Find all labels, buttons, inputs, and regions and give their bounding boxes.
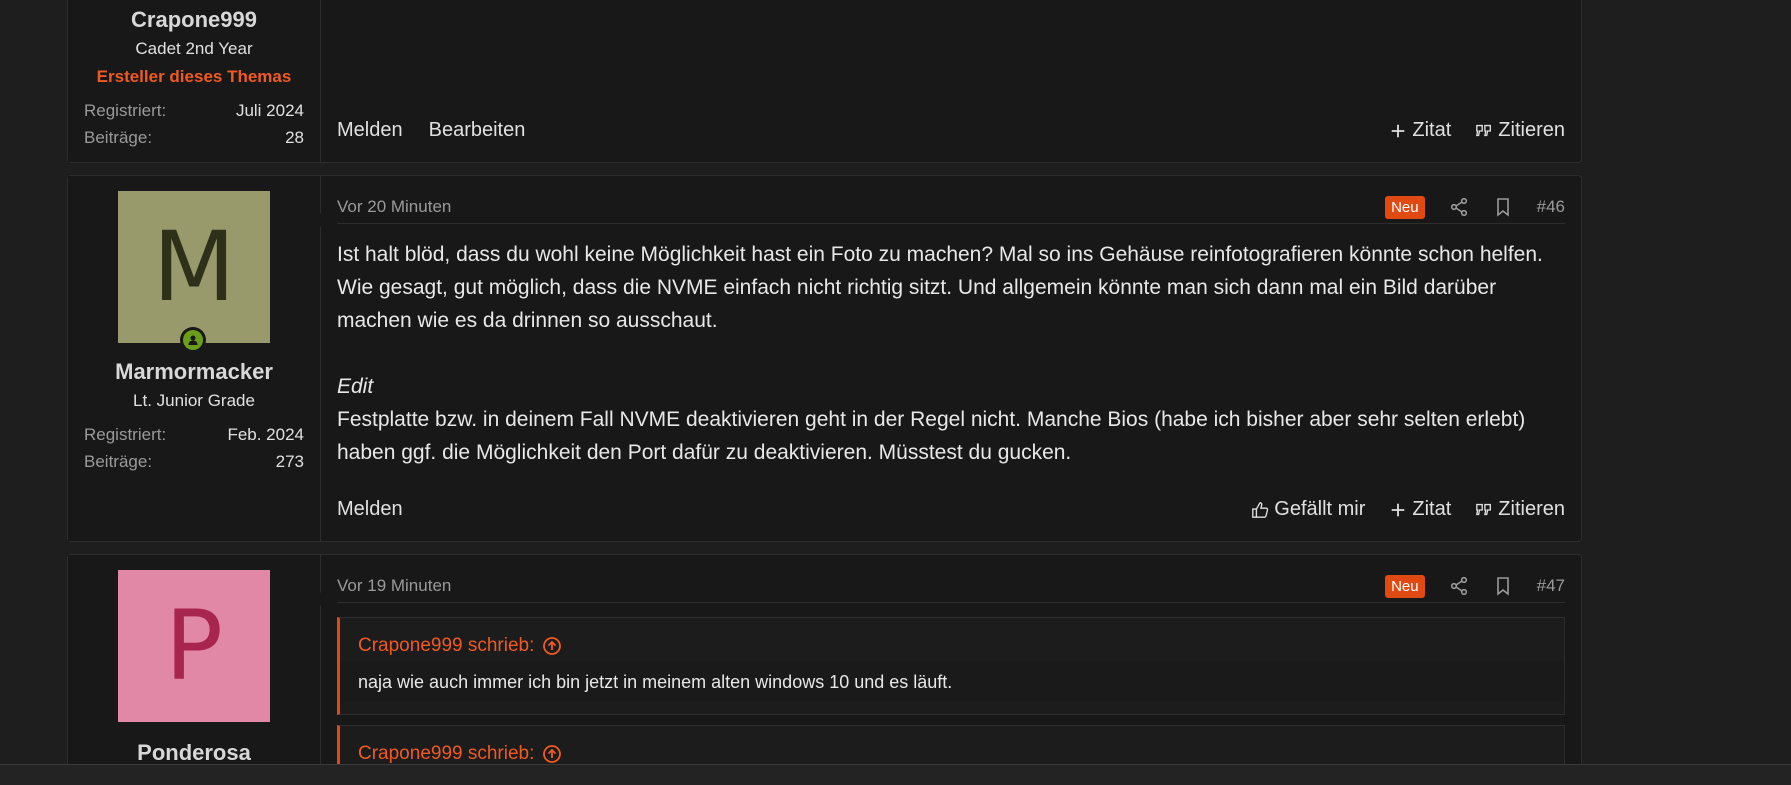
posts-label: Beiträge: (84, 452, 153, 471)
posts-label: Beiträge: (84, 128, 153, 147)
registered-label: Registriert: (84, 101, 167, 120)
report-button[interactable]: Melden (337, 119, 403, 142)
avatar[interactable]: M (118, 191, 270, 353)
post-body: Ist halt blöd, dass du wohl keine Möglic… (337, 238, 1565, 469)
username[interactable]: Ponderosa (68, 740, 320, 766)
post-time[interactable]: Vor 20 Minuten (337, 197, 1385, 217)
new-badge: Neu (1385, 195, 1425, 219)
thumbs-up-icon (1252, 501, 1269, 518)
quote-author-label: Crapone999 schrieb: (358, 635, 535, 656)
registered-value: Feb. 2024 (227, 425, 304, 444)
thread-page: Crapone999 Cadet 2nd Year Ersteller dies… (0, 0, 1791, 785)
quote-icon (1476, 503, 1492, 515)
post-user-cell: M Marmormacker Lt. Junior Grade Registri… (68, 176, 327, 541)
quote-label: Zitieren (1498, 119, 1565, 141)
report-button[interactable]: Melden (337, 498, 403, 521)
arrow-up-circle-icon[interactable] (542, 744, 562, 764)
quote-button[interactable]: Zitieren (1475, 498, 1565, 521)
quote-author[interactable]: Crapone999 schrieb: (340, 618, 1564, 662)
post-paragraph: Festplatte bzw. in deinem Fall NVME deak… (337, 408, 1526, 464)
posts-value: 28 (285, 128, 304, 147)
post-number[interactable]: #46 (1537, 197, 1565, 217)
avatar[interactable]: P (118, 570, 270, 722)
online-status-badge (180, 327, 206, 353)
quote-author-label: Crapone999 schrieb: (358, 743, 535, 764)
post-46: M Marmormacker Lt. Junior Grade Registri… (67, 175, 1582, 542)
quote-text: naja wie auch immer ich bin jetzt in mei… (340, 662, 1564, 703)
post-paragraph: Ist halt blöd, dass du wohl keine Möglic… (337, 243, 1543, 332)
post-main-cell: Vor 19 Minuten Neu #47 Crapone999 schrie… (321, 555, 1581, 785)
multi-quote-button[interactable]: Zitat (1389, 498, 1451, 521)
share-icon[interactable] (1449, 576, 1469, 596)
new-badge: Neu (1385, 574, 1425, 598)
user-online-icon (188, 335, 198, 345)
plus-icon (1392, 503, 1405, 516)
post-header: Vor 19 Minuten Neu #47 (337, 570, 1565, 603)
user-stats: Registriert: Feb. 2024 Beiträge: 273 (84, 421, 304, 475)
avatar-letter: M (152, 211, 236, 323)
post-actions: Melden Bearbeiten Zitat Zitieren (337, 119, 1565, 142)
registered-value: Juli 2024 (235, 101, 304, 120)
bookmark-icon[interactable] (1493, 197, 1513, 217)
bottom-bar (0, 764, 1791, 785)
post-user-cell: P Ponderosa (68, 555, 327, 785)
arrow-up-circle-icon[interactable] (542, 636, 562, 656)
post-number[interactable]: #47 (1537, 576, 1565, 596)
share-icon[interactable] (1449, 197, 1469, 217)
user-title: Cadet 2nd Year (135, 39, 253, 58)
user-stats: Registriert: Juli 2024 Beiträge: 28 (84, 97, 304, 151)
thread-starter-badge: Ersteller dieses Themas (96, 67, 292, 86)
bookmark-icon[interactable] (1493, 576, 1513, 596)
edit-label: Edit (337, 375, 374, 398)
username[interactable]: Marmormacker (68, 359, 320, 385)
post-main-cell: Melden Bearbeiten Zitat Zitieren (321, 0, 1581, 162)
posts-value: 273 (275, 452, 304, 471)
like-button[interactable]: Gefällt mir (1251, 498, 1365, 521)
user-title: Lt. Junior Grade (133, 391, 255, 410)
quote-icon (1476, 124, 1492, 136)
quote-button[interactable]: Zitieren (1475, 119, 1565, 142)
like-label: Gefällt mir (1274, 498, 1366, 520)
username[interactable]: Crapone999 (68, 7, 320, 33)
post-47: P Ponderosa Vor 19 Minuten Neu #47 Crapo… (67, 554, 1582, 785)
post-actions: Melden Gefällt mir Zitat Zitieren (337, 498, 1565, 521)
quote-label: Zitieren (1498, 498, 1565, 520)
avatar-letter: P (165, 590, 223, 702)
edit-button[interactable]: Bearbeiten (429, 119, 526, 142)
post-45: Crapone999 Cadet 2nd Year Ersteller dies… (67, 0, 1582, 163)
post-main-cell: Vor 20 Minuten Neu #46 Ist halt blöd, da… (321, 176, 1581, 541)
post-user-cell: Crapone999 Cadet 2nd Year Ersteller dies… (68, 0, 321, 162)
multi-quote-button[interactable]: Zitat (1389, 119, 1451, 142)
quote-block: Crapone999 schrieb: naja wie auch immer … (337, 617, 1565, 715)
plus-icon (1392, 124, 1405, 137)
post-header: Vor 20 Minuten Neu #46 (337, 191, 1565, 224)
multi-quote-label: Zitat (1412, 498, 1452, 520)
post-time[interactable]: Vor 19 Minuten (337, 576, 1385, 596)
registered-label: Registriert: (84, 425, 167, 444)
multi-quote-label: Zitat (1412, 119, 1452, 141)
